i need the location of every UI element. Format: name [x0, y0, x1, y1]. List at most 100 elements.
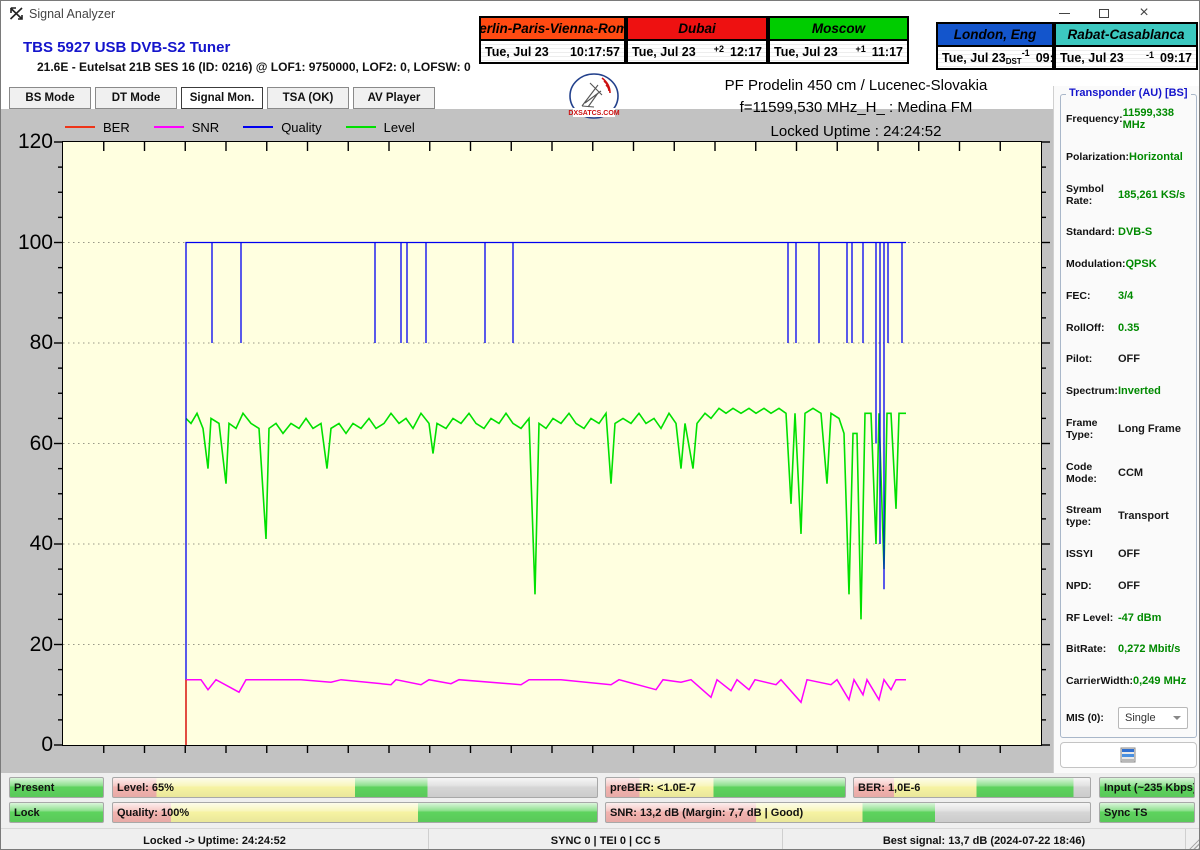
clock-time-row: Tue, Jul 23+212:17 — [626, 41, 768, 64]
tab-signal-mon-[interactable]: Signal Mon. — [181, 87, 263, 109]
clock-city-label: Dubai — [626, 16, 768, 41]
legend-label: Level — [384, 120, 415, 135]
transponder-row-label: Code Mode: — [1066, 461, 1118, 485]
indicator-label: Present — [10, 782, 54, 794]
transponder-row-value: -47 dBm — [1118, 612, 1161, 624]
clock-date: Tue, Jul 23 — [485, 45, 549, 59]
transponder-row-value: Transport — [1118, 510, 1169, 522]
transponder-row-pilot: Pilot:OFF — [1066, 353, 1193, 365]
y-axis-label-80: 80 — [3, 331, 53, 355]
transponder-row-rolloff: RollOff:0.35 — [1066, 322, 1193, 334]
indicator-label: Level: 65% — [113, 782, 174, 794]
transponder-row-label: NPD: — [1066, 580, 1118, 592]
stacked-list-icon — [1120, 747, 1138, 763]
chevron-down-icon — [1173, 716, 1181, 720]
transponder-row-value: 11599,338 MHz — [1123, 107, 1193, 131]
transponder-row-fec: FEC:3/4 — [1066, 290, 1193, 302]
statusbar-cell-2: Best signal: 13,7 dB (2024-07-22 18:46) — [783, 829, 1186, 850]
clock-date: Tue, Jul 23 — [1060, 51, 1124, 65]
transponder-row-symbol-rate: Symbol Rate:185,261 KS/s — [1066, 183, 1193, 207]
transponder-row-value: OFF — [1118, 353, 1140, 365]
transponder-row-value: OFF — [1118, 548, 1140, 560]
transponder-row-label: Symbol Rate: — [1066, 183, 1118, 207]
indicator-level-65: Level: 65% — [112, 777, 598, 798]
y-axis-label-60: 60 — [3, 432, 53, 456]
clock-date: Tue, Jul 23 — [942, 51, 1006, 65]
transponder-row-label: Modulation: — [1066, 258, 1125, 270]
signal-plot-svg — [63, 142, 1041, 745]
clock-time: 11:17 — [872, 45, 903, 59]
legend-line-quality — [243, 126, 273, 128]
legend-item-level: Level — [346, 120, 415, 135]
signal-analyzer-window: Signal Analyzer × TBS 5927 USB DVB-S2 Tu… — [0, 0, 1200, 850]
window-title: Signal Analyzer — [29, 7, 115, 21]
clock-time-row: Tue, Jul 23DST-109:17:57 — [936, 47, 1054, 70]
transponder-row-label: CarrierWidth: — [1066, 675, 1133, 687]
transponder-row-label: Pilot: — [1066, 353, 1118, 365]
app-icon — [9, 6, 24, 26]
indicator-present: Present — [9, 777, 104, 798]
indicator-label: preBER: <1.0E-7 — [606, 782, 696, 794]
indicator-input-235-kbps: Input (~235 Kbps) — [1099, 777, 1195, 798]
series-snr — [186, 680, 906, 703]
clock-london-eng: London, EngTue, Jul 23DST-109:17:57 — [936, 22, 1054, 70]
close-button[interactable]: × — [1127, 3, 1161, 23]
y-axis-label-20: 20 — [3, 633, 53, 657]
legend-line-snr — [154, 126, 184, 128]
resize-grip[interactable] — [1188, 838, 1200, 850]
clock-time-row: Tue, Jul 2310:17:57 — [479, 41, 626, 64]
transponder-group-title: Transponder (AU) [BS] — [1066, 87, 1191, 99]
clock-date: Tue, Jul 23 — [632, 45, 696, 59]
transponder-row-value: OFF — [1118, 580, 1140, 592]
tab-dt-mode[interactable]: DT Mode — [95, 87, 177, 109]
clock-dubai: DubaiTue, Jul 23+212:17 — [626, 16, 768, 64]
indicator-label: BER: 1,0E-6 — [854, 782, 920, 794]
transponder-row-carrierwidth: CarrierWidth:0,249 MHz — [1066, 675, 1193, 687]
transponder-row-value: QPSK — [1125, 258, 1156, 270]
clock-utc-offset: DST-1 — [1006, 49, 1036, 66]
clock-utc-offset: +1 — [838, 45, 872, 58]
tab-av-player[interactable]: AV Player — [353, 87, 435, 109]
clock-berlin-paris-vienna-roma: Berlin-Paris-Vienna-RomaTue, Jul 2310:17… — [479, 16, 626, 64]
transponder-row-bitrate: BitRate:0,272 Mbit/s — [1066, 643, 1193, 655]
mis-dropdown[interactable]: Single — [1118, 707, 1188, 729]
site-info: PF Prodelin 450 cm / Lucenec-Slovakia f=… — [631, 77, 1081, 140]
transponder-row-label: Standard: — [1066, 226, 1118, 238]
clock-city-label: Berlin-Paris-Vienna-Roma — [479, 16, 626, 41]
transponder-row-label: Polarization: — [1066, 151, 1129, 163]
clock-time-row: Tue, Jul 23-109:17 — [1054, 47, 1198, 70]
indicator-label: Quality: 100% — [113, 807, 189, 819]
transponder-row-value: 0,272 Mbit/s — [1118, 643, 1180, 655]
minimize-button[interactable] — [1047, 3, 1081, 23]
y-axis-label-120: 120 — [3, 130, 53, 154]
transponder-row-value: Horizontal — [1129, 151, 1183, 163]
tab-tsa-ok-[interactable]: TSA (OK) — [267, 87, 349, 109]
status-bar: Locked -> Uptime: 24:24:52SYNC 0 | TEI 0… — [1, 828, 1200, 850]
transponder-row-label: BitRate: — [1066, 643, 1118, 655]
transponder-panel: Transponder (AU) [BS] Frequency:11599,33… — [1053, 86, 1200, 773]
transponder-row-issyi: ISSYIOFF — [1066, 548, 1193, 560]
locked-uptime-text: Locked Uptime : 24:24:52 — [631, 123, 1081, 140]
maximize-button[interactable] — [1087, 3, 1121, 23]
tab-bs-mode[interactable]: BS Mode — [9, 87, 91, 109]
logo-text: DXSATCS.COM — [568, 110, 619, 117]
clock-city-label: Moscow — [768, 16, 909, 41]
legend-label: Quality — [281, 120, 321, 135]
transponder-row-modulation: Modulation:QPSK — [1066, 258, 1193, 270]
legend-item-ber: BER — [65, 120, 130, 135]
transponder-row-stream-type: Stream type:Transport — [1066, 504, 1193, 528]
clock-city-label: London, Eng — [936, 22, 1054, 47]
clock-utc-offset: -1 — [1124, 51, 1160, 64]
transponder-row-spectrum: Spectrum:Inverted — [1066, 385, 1193, 397]
transponder-row-code-mode: Code Mode:CCM — [1066, 461, 1193, 485]
indicator-label: Sync TS — [1100, 807, 1147, 819]
clock-city-label: Rabat-Casablanca — [1054, 22, 1198, 47]
transponder-row-npd: NPD:OFF — [1066, 580, 1193, 592]
transponder-row-value: 185,261 KS/s — [1118, 189, 1185, 201]
transponder-row-label: RollOff: — [1066, 322, 1118, 334]
legend-line-level — [346, 126, 376, 128]
ts-list-button[interactable] — [1060, 742, 1197, 768]
y-axis-label-40: 40 — [3, 532, 53, 556]
indicator-preber-1-0e-7: preBER: <1.0E-7 — [605, 777, 846, 798]
transponder-row-polarization: Polarization:Horizontal — [1066, 151, 1193, 163]
